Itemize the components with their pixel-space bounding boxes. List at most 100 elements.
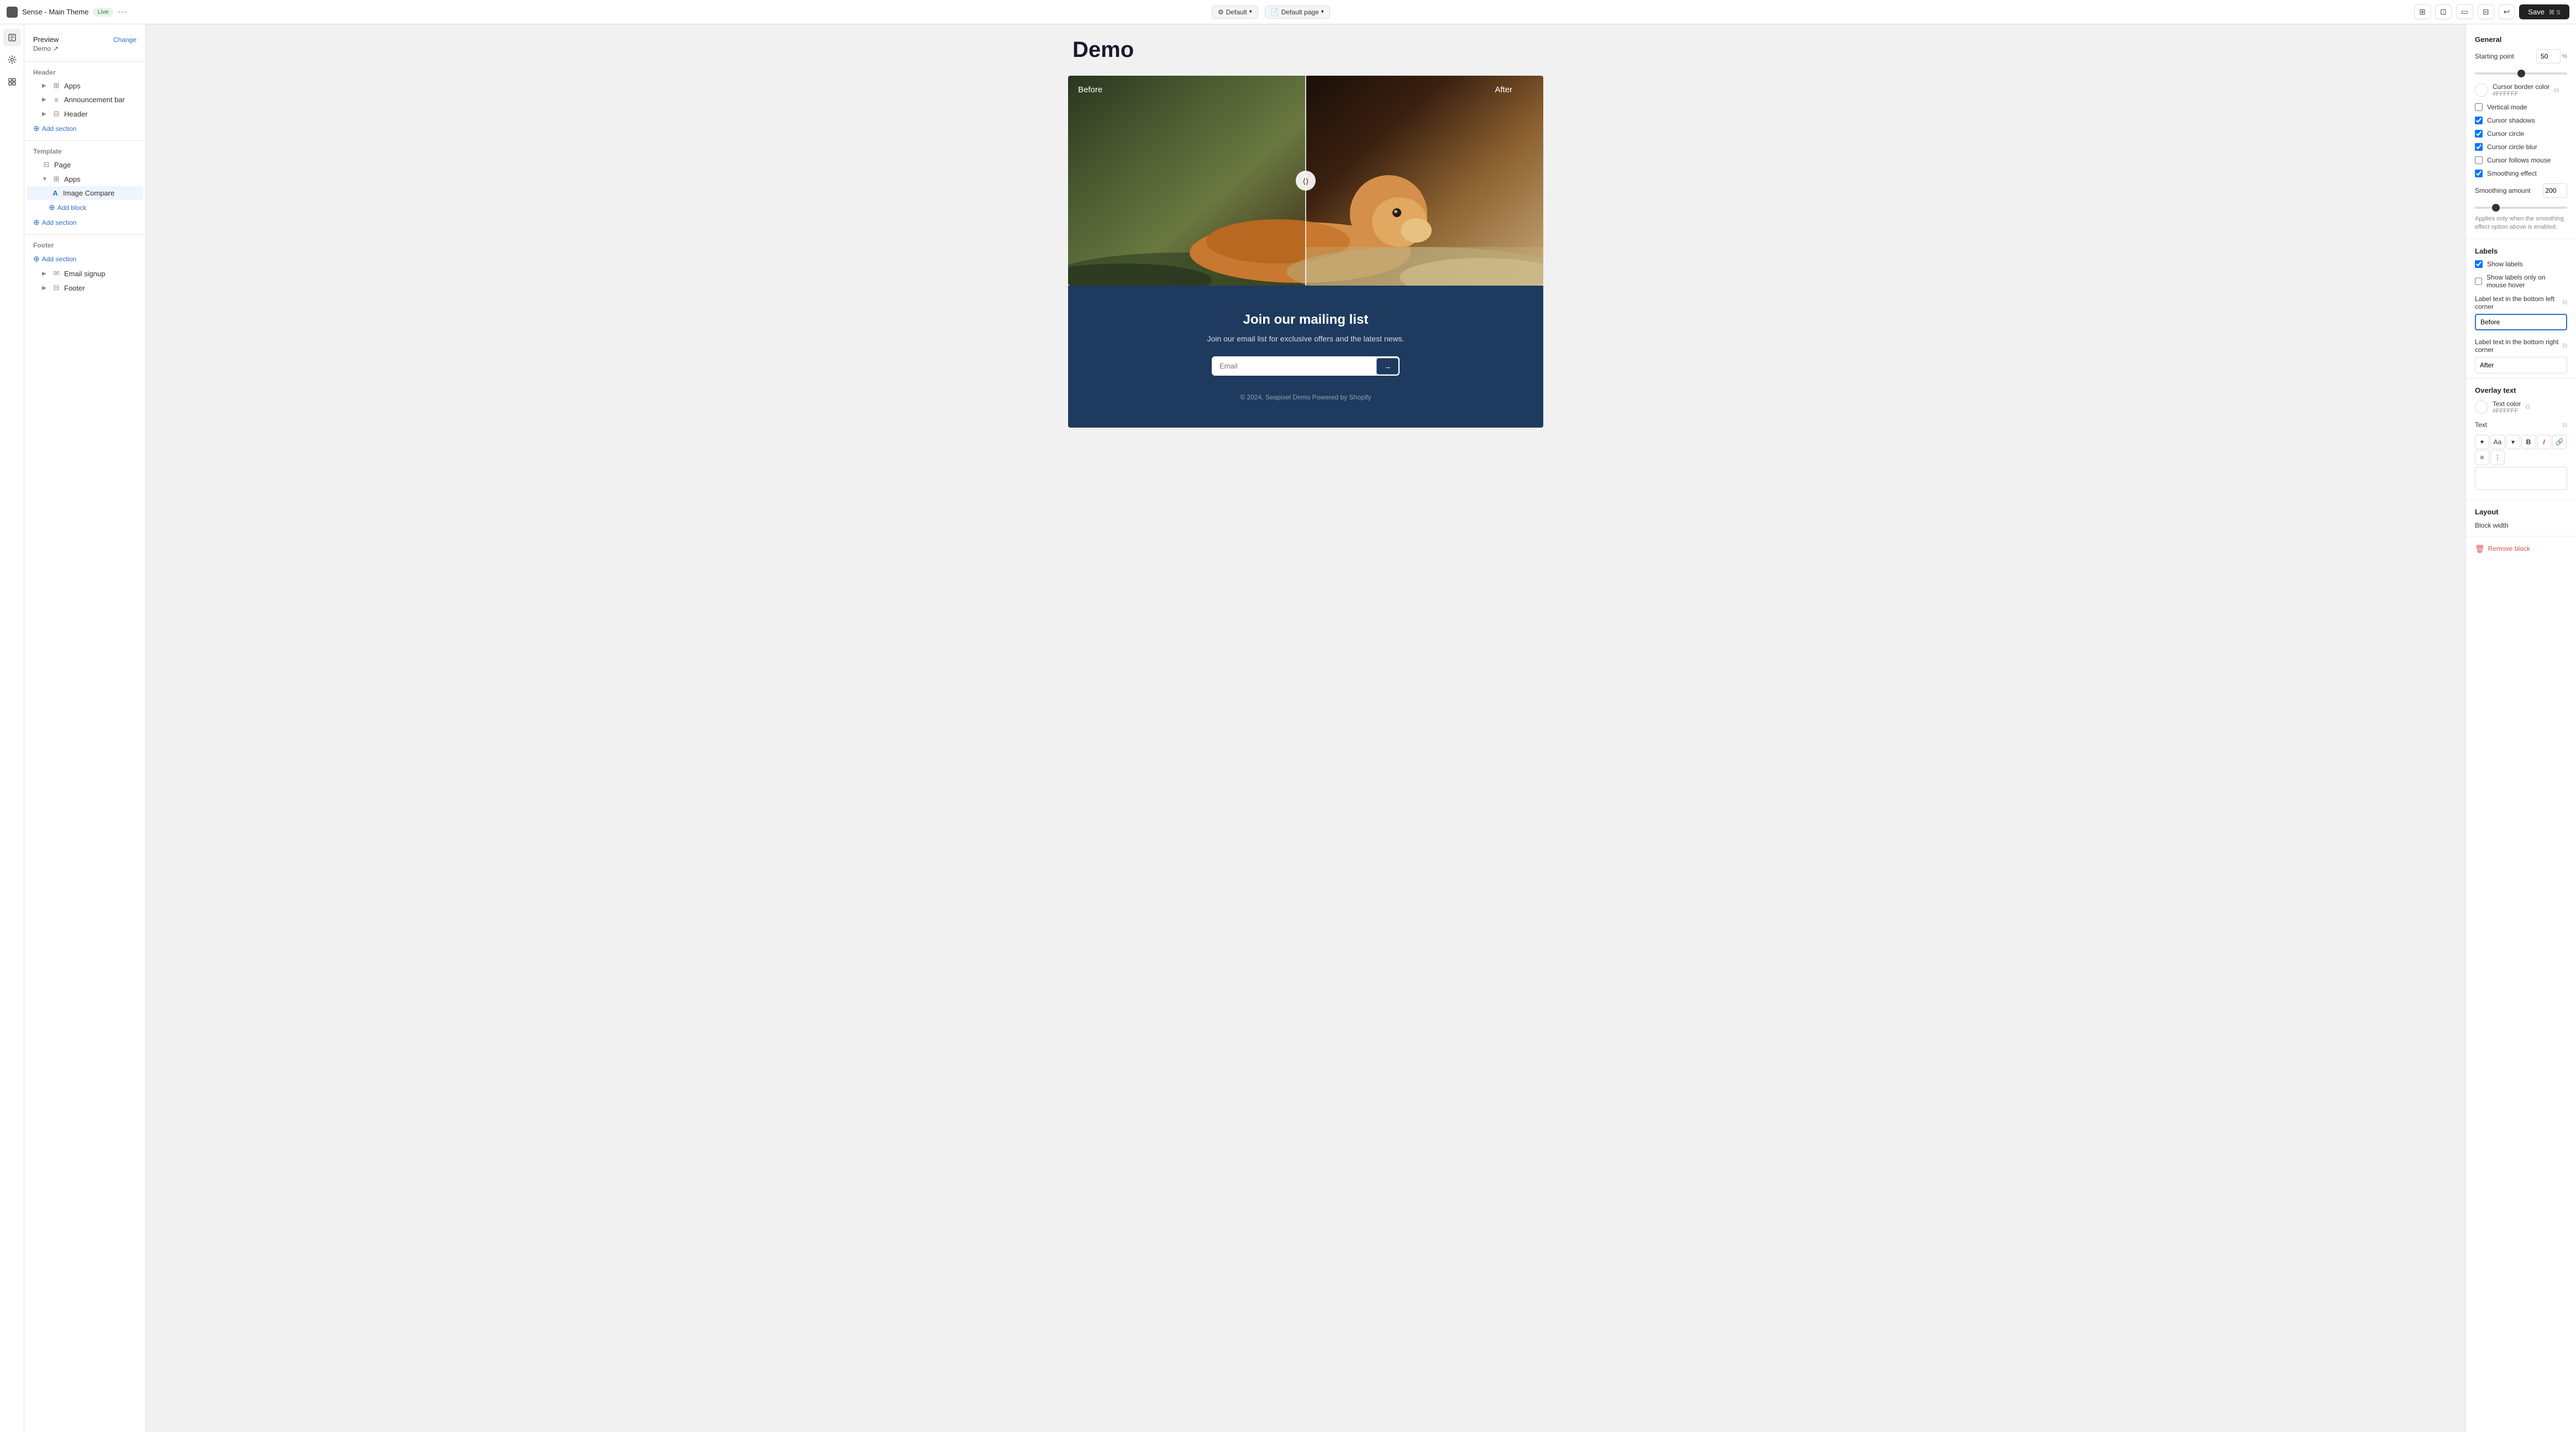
- cursor-circle-row: Cursor circle: [2466, 127, 2576, 140]
- add-section-2[interactable]: ⊕ Add section: [24, 215, 145, 230]
- text-label: Text: [2475, 421, 2562, 429]
- cursor-border-color-swatch[interactable]: [2475, 83, 2488, 97]
- left-panel: Preview Change Demo ↗ Header ▶ ⊞ Apps ✎ …: [24, 24, 146, 1432]
- sidebar-item-image-compare[interactable]: A Image Compare: [27, 186, 143, 200]
- email-icon: ✉: [52, 269, 61, 278]
- trash-icon: 🗑: [2475, 544, 2485, 554]
- font-size-chevron[interactable]: ▾: [2506, 435, 2520, 449]
- footer-copyright: © 2024, Seapixel Demo Powered by Shopify: [1081, 393, 1530, 401]
- remove-block-btn[interactable]: 🗑 Remove block: [2466, 540, 2576, 558]
- sidebar-item-label: Email signup: [64, 270, 136, 278]
- block-width-row: Block width: [2466, 518, 2576, 533]
- sidebar-item-label: Apps: [64, 82, 128, 90]
- text-row: Text ⧉: [2466, 418, 2576, 433]
- menu-icon: ≡: [52, 96, 61, 104]
- icon-sidebar: [0, 24, 24, 1432]
- more-options-icon[interactable]: ···: [118, 6, 128, 18]
- mobile-view-btn[interactable]: ▭: [2456, 4, 2473, 19]
- list-btn[interactable]: ≡: [2475, 450, 2489, 465]
- vertical-mode-checkbox[interactable]: [2475, 103, 2483, 111]
- add-block-link[interactable]: ⊕ Add block: [24, 200, 145, 215]
- svg-text:Before: Before: [1078, 85, 1102, 94]
- cursor-follows-mouse-checkbox[interactable]: [2475, 156, 2483, 164]
- topbar-center: ⚙ Default ▾ 📄 Default page ▾: [1212, 6, 1330, 19]
- tablet-view-btn[interactable]: ⊡: [2435, 4, 2452, 19]
- preview-row: Preview Change Demo ↗: [24, 31, 145, 57]
- page-icon: ⊟: [42, 160, 51, 169]
- save-button[interactable]: Save ⌘ S: [2519, 4, 2569, 19]
- sidebar-item-label: Footer: [64, 284, 136, 292]
- copy-icon-2[interactable]: ⧉: [2562, 341, 2567, 350]
- desktop-view-btn[interactable]: ⊞: [2414, 4, 2431, 19]
- external-link-icon[interactable]: ↗: [53, 45, 59, 52]
- text-color-label: Text color: [2493, 400, 2521, 408]
- undo-btn[interactable]: ↩: [2499, 4, 2515, 19]
- link-btn[interactable]: 🔗: [2552, 435, 2567, 449]
- label-bottom-right-row: Label text in the bottom right corner ⧉: [2466, 335, 2576, 357]
- footer-icon: ⊟: [52, 283, 61, 292]
- smoothing-effect-row: Smoothing effect: [2466, 167, 2576, 180]
- label-bottom-left-input[interactable]: [2475, 314, 2567, 330]
- sidebar-item-announcement-bar[interactable]: ▶ ≡ Announcement bar: [27, 93, 143, 107]
- copy-icon-4[interactable]: ⧉: [2562, 421, 2567, 429]
- smoothing-amount-input[interactable]: [2543, 183, 2567, 198]
- template-label: Template: [24, 145, 145, 157]
- sidebar-item-header[interactable]: ▶ ⊟ Header: [27, 107, 143, 121]
- starting-point-label: Starting point: [2475, 52, 2536, 60]
- footer-add-section[interactable]: ⊕ Add section: [24, 251, 145, 266]
- vertical-mode-row: Vertical mode: [2466, 101, 2576, 114]
- topbar-left: Sense - Main Theme Live ···: [7, 6, 128, 18]
- smoothing-amount-slider-row: [2466, 201, 2576, 214]
- default-view-btn[interactable]: ⚙ Default ▾: [1212, 6, 1258, 19]
- cursor-border-hex: #FFFFFF: [2493, 91, 2549, 97]
- smoothing-effect-checkbox[interactable]: [2475, 170, 2483, 177]
- label-bottom-right-input[interactable]: [2475, 357, 2567, 373]
- show-labels-checkbox[interactable]: [2475, 260, 2483, 268]
- email-input[interactable]: [1213, 357, 1376, 375]
- copy-icon[interactable]: ⧉: [2562, 298, 2567, 307]
- text-toolbar: ✦ Aa ▾ B I 🔗 ≡ ⋮: [2466, 433, 2576, 467]
- divider-1: [24, 61, 145, 62]
- apps-icon-btn[interactable]: [3, 73, 21, 91]
- cursor-circle-blur-checkbox[interactable]: [2475, 143, 2483, 151]
- smoothing-amount-slider[interactable]: [2475, 207, 2567, 209]
- starting-point-row: Starting point %: [2466, 46, 2576, 67]
- cursor-circle-blur-row: Cursor circle blur: [2466, 140, 2576, 154]
- mailing-section: Join our mailing list Join our email lis…: [1068, 286, 1543, 428]
- labels-section-title: Labels: [2466, 243, 2576, 257]
- text-content-area[interactable]: [2475, 467, 2567, 490]
- sidebar-item-footer[interactable]: ▶ ⊟ Footer: [27, 281, 143, 295]
- cursor-circle-checkbox[interactable]: [2475, 130, 2483, 138]
- show-labels-hover-checkbox[interactable]: [2475, 277, 2482, 285]
- text-style-btn[interactable]: ✦: [2475, 435, 2489, 449]
- copy-icon-3[interactable]: ⧉: [2525, 403, 2530, 411]
- topbar-title: Sense - Main Theme: [22, 8, 88, 16]
- sidebar-item-apps-header[interactable]: ▶ ⊞ Apps ✎: [27, 78, 143, 93]
- image-compare-widget[interactable]: Before After ⟨⟩: [1068, 76, 1543, 286]
- starting-point-slider[interactable]: [2475, 72, 2567, 75]
- sidebar-item-label: Announcement bar: [64, 96, 136, 104]
- ordered-list-btn[interactable]: ⋮: [2490, 450, 2505, 465]
- percent-sign: %: [2562, 53, 2567, 60]
- text-color-swatch[interactable]: [2475, 401, 2488, 414]
- copy-icon[interactable]: ⧉: [2554, 86, 2559, 94]
- default-page-btn[interactable]: 📄 Default page ▾: [1265, 6, 1330, 19]
- sidebar-item-page[interactable]: ⊟ Page: [27, 157, 143, 172]
- split-view-btn[interactable]: ⊟: [2478, 4, 2494, 19]
- sidebar-item-apps-template[interactable]: ▼ ⊞ Apps: [27, 172, 143, 186]
- settings-icon-btn[interactable]: [3, 51, 21, 69]
- add-section-1[interactable]: ⊕ Add section: [24, 121, 145, 136]
- cursor-shadows-checkbox[interactable]: [2475, 117, 2483, 124]
- pages-icon-btn[interactable]: [3, 29, 21, 46]
- change-btn[interactable]: Change: [113, 36, 136, 44]
- email-submit-btn[interactable]: →: [1376, 358, 1399, 375]
- italic-btn[interactable]: I: [2537, 435, 2551, 449]
- starting-point-input[interactable]: [2536, 49, 2561, 64]
- sidebar-item-email-signup[interactable]: ▶ ✉ Email signup: [27, 266, 143, 281]
- apps-grid-icon: ⊞: [52, 175, 61, 183]
- cursor-border-color-info: Cursor border color #FFFFFF: [2493, 83, 2549, 97]
- preview-section: Preview Change Demo ↗: [24, 31, 145, 57]
- bold-btn[interactable]: B: [2521, 435, 2536, 449]
- font-size-btn[interactable]: Aa: [2490, 435, 2505, 449]
- show-labels-row: Show labels: [2466, 257, 2576, 271]
